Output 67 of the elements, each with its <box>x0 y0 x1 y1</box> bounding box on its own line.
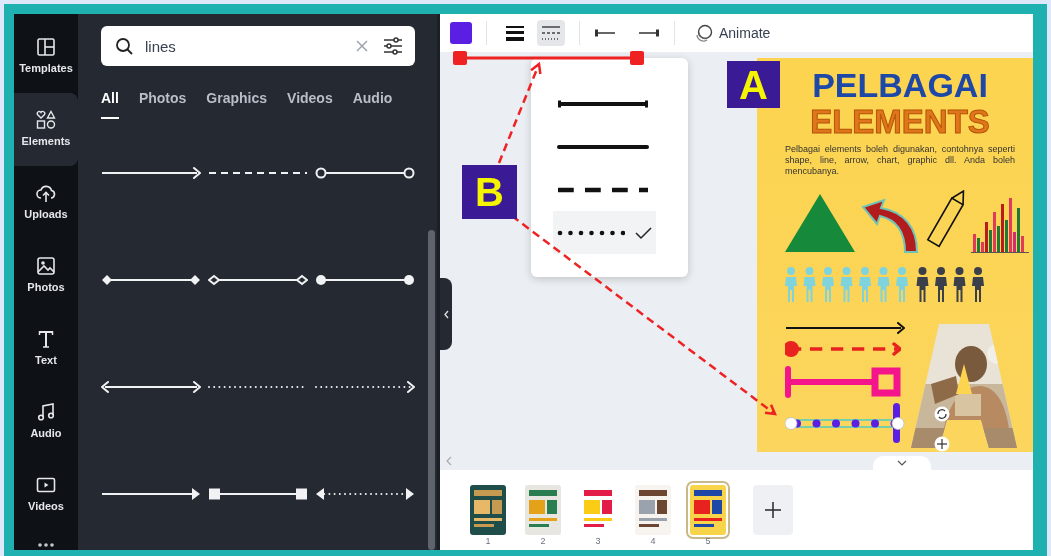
sidebar-label: Templates <box>19 60 73 76</box>
checkmark-icon <box>635 225 652 240</box>
chevron-down-icon <box>897 460 907 466</box>
circle-end-line-icon[interactable] <box>315 165 415 180</box>
shapes-icon <box>36 109 56 130</box>
collapse-handle[interactable] <box>440 278 452 350</box>
page-number: 2 <box>540 536 546 547</box>
page-number: 3 <box>595 536 601 547</box>
line-style-button[interactable] <box>537 20 565 46</box>
sidebar-label: Videos <box>28 498 64 514</box>
sidebar-label: Audio <box>30 425 62 441</box>
arrow-line-icon <box>785 322 905 335</box>
category-tab[interactable]: Graphics <box>206 84 268 119</box>
rotate-icon[interactable] <box>934 406 950 423</box>
search-icon <box>115 37 133 55</box>
line-start-icon[interactable] <box>594 27 616 39</box>
sidebar-label: Uploads <box>24 206 68 222</box>
music-note-icon <box>36 401 56 422</box>
triangle-icon <box>785 192 855 255</box>
poster-text: Pelbagai elements boleh digunakan, contohnya seperti shape, line, arrow, chart, graphic dll. Anda boleh mencubanya. <box>785 144 1015 177</box>
category-tab[interactable]: All <box>101 84 119 119</box>
line-end-icon[interactable] <box>638 27 660 39</box>
animate-icon <box>693 23 713 43</box>
page-number: 4 <box>650 536 656 547</box>
sidebar-item[interactable]: Elements <box>14 93 78 166</box>
chevron-left-icon <box>442 309 450 319</box>
annotation-label: A <box>727 61 780 108</box>
dashed-arrow-line-icon <box>785 339 901 360</box>
category-tab[interactable]: Photos <box>138 84 187 119</box>
dotted-arrow-line-icon[interactable] <box>315 486 415 501</box>
search-field[interactable]: lines <box>101 26 415 66</box>
scrollbar[interactable] <box>428 230 435 550</box>
plus-icon <box>765 502 781 518</box>
sidebar-label: Elements <box>21 133 71 149</box>
page-thumbnail[interactable] <box>470 485 506 535</box>
poster-title: PELBAGAI <box>811 68 989 102</box>
line-style-option[interactable] <box>553 211 656 254</box>
diamond-end-line-icon[interactable] <box>101 272 201 287</box>
text-icon <box>36 328 56 349</box>
more-icon[interactable] <box>37 542 55 548</box>
image-icon <box>36 255 56 276</box>
page-number: 1 <box>485 536 491 547</box>
sidebar-label: Photos <box>27 279 65 295</box>
bar-square-line-icon <box>785 365 901 400</box>
category-tab[interactable]: Audio <box>352 84 393 119</box>
page-thumbnail[interactable] <box>635 485 671 535</box>
add-page-button[interactable] <box>753 485 793 535</box>
line-weight-icon[interactable] <box>505 23 525 43</box>
color-swatch[interactable] <box>450 22 472 44</box>
dot-end-line-icon[interactable] <box>315 272 415 287</box>
poster-subtitle: ELEMENTS <box>809 105 991 138</box>
open-diamond-line-icon[interactable] <box>208 272 308 287</box>
double-arrow-line-icon[interactable] <box>101 379 201 394</box>
sidebar-label: Text <box>35 352 57 368</box>
filter-icon[interactable] <box>383 36 403 56</box>
page-thumbnail[interactable] <box>525 485 561 535</box>
category-tab[interactable]: Videos <box>287 84 333 119</box>
arrow-line-icon[interactable] <box>101 165 201 180</box>
selected-dotted-line[interactable] <box>785 403 905 444</box>
arrow-line-icon[interactable] <box>101 486 201 501</box>
square-end-line-icon[interactable] <box>208 486 308 501</box>
dotted-arrow-line-icon[interactable] <box>315 379 415 394</box>
page-number: 5 <box>705 536 711 547</box>
line-style-icon <box>541 24 561 42</box>
move-icon[interactable] <box>934 436 950 452</box>
templates-icon <box>36 36 56 57</box>
annotation-label: B <box>462 165 517 219</box>
